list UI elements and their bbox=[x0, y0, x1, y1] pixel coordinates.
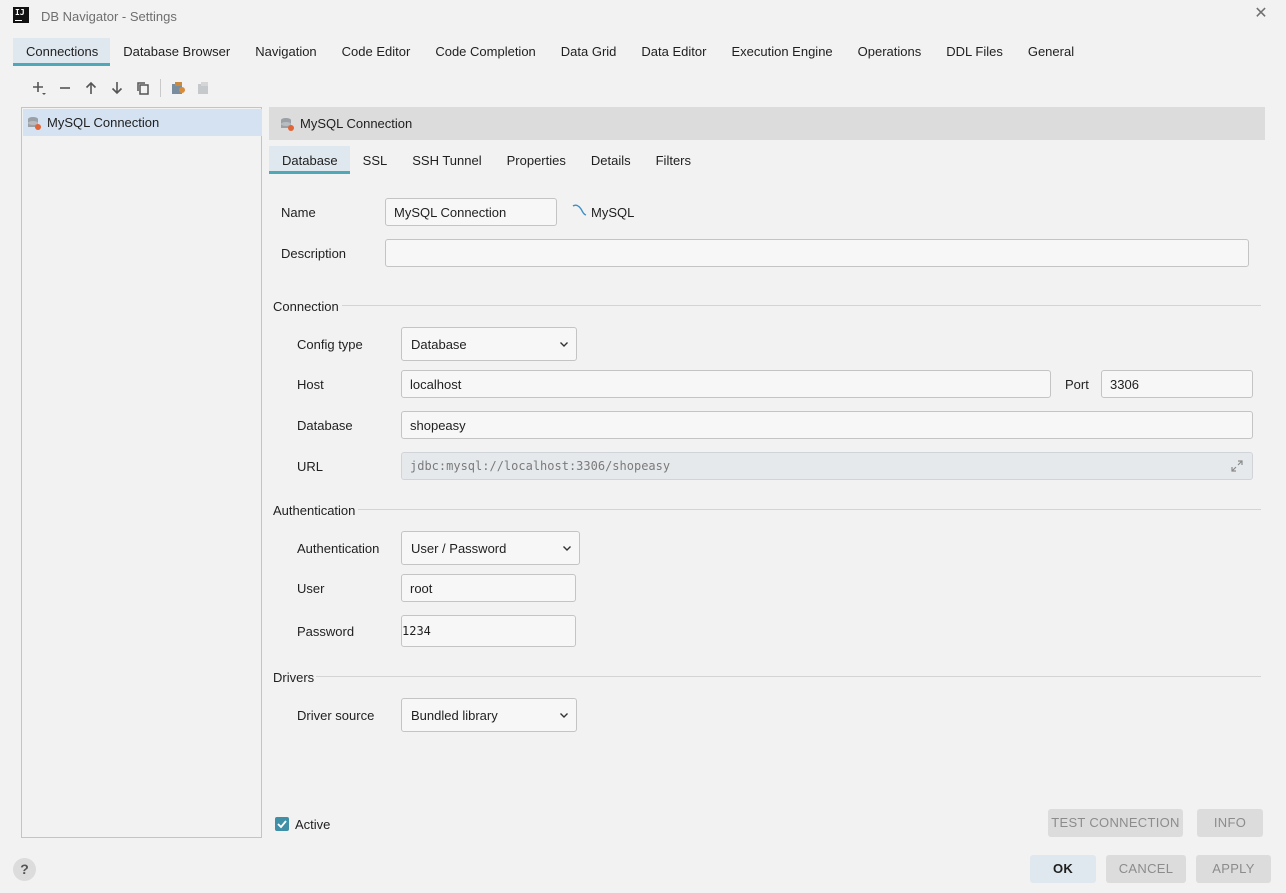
help-icon[interactable]: ? bbox=[13, 858, 36, 881]
remove-icon[interactable] bbox=[52, 78, 78, 98]
user-field[interactable]: root bbox=[401, 574, 576, 602]
password-label: Password bbox=[297, 624, 355, 639]
tab-ssl[interactable]: SSL bbox=[350, 146, 400, 174]
tab-database[interactable]: Database bbox=[269, 146, 350, 174]
tab-general[interactable]: General bbox=[1015, 38, 1086, 66]
connection-header: MySQL Connection bbox=[269, 107, 1265, 140]
copy-icon[interactable] bbox=[130, 78, 156, 98]
user-label: User bbox=[297, 581, 325, 596]
list-item-label: MySQL Connection bbox=[47, 115, 160, 130]
driver-source-value: Bundled library bbox=[411, 708, 498, 723]
cancel-button[interactable]: CANCEL bbox=[1106, 855, 1186, 883]
description-label: Description bbox=[281, 246, 347, 261]
section-divider bbox=[316, 676, 1261, 677]
authentication-section-title: Authentication bbox=[273, 503, 356, 518]
section-divider bbox=[358, 509, 1261, 510]
active-label: Active bbox=[295, 817, 331, 832]
connection-section-title: Connection bbox=[273, 299, 339, 314]
tab-data-editor[interactable]: Data Editor bbox=[628, 38, 718, 66]
database-type-label: MySQL bbox=[591, 205, 635, 220]
import-icon[interactable] bbox=[165, 78, 191, 98]
tab-filters[interactable]: Filters bbox=[643, 146, 703, 174]
chevron-down-icon bbox=[560, 713, 568, 718]
database-connection-icon bbox=[281, 117, 294, 131]
drivers-section-title: Drivers bbox=[273, 670, 315, 685]
driver-source-select[interactable]: Bundled library bbox=[401, 698, 577, 732]
title-bar: IJ DB Navigator - Settings ✕ bbox=[0, 0, 1286, 34]
move-down-icon[interactable] bbox=[104, 78, 130, 98]
tab-details[interactable]: Details bbox=[578, 146, 643, 174]
tab-ddl-files[interactable]: DDL Files bbox=[933, 38, 1015, 66]
tab-navigation[interactable]: Navigation bbox=[242, 38, 328, 66]
name-field[interactable]: MySQL Connection bbox=[385, 198, 557, 226]
description-field[interactable] bbox=[385, 239, 1249, 267]
driver-source-label: Driver source bbox=[297, 708, 375, 723]
settings-tabs: Connections Database Browser Navigation … bbox=[13, 38, 1086, 66]
chevron-down-icon bbox=[560, 342, 568, 347]
export-icon[interactable] bbox=[191, 78, 217, 98]
config-type-value: Database bbox=[411, 337, 467, 352]
url-value: jdbc:mysql://localhost:3306/shopeasy bbox=[410, 459, 671, 473]
authentication-select[interactable]: User / Password bbox=[401, 531, 580, 565]
window-title: DB Navigator - Settings bbox=[41, 9, 177, 24]
host-label: Host bbox=[297, 377, 324, 392]
port-label: Port bbox=[1065, 377, 1089, 392]
tab-connections[interactable]: Connections bbox=[13, 38, 111, 66]
expand-icon[interactable] bbox=[1230, 459, 1244, 473]
tab-execution-engine[interactable]: Execution Engine bbox=[718, 38, 844, 66]
database-connection-icon bbox=[28, 116, 41, 130]
port-field[interactable]: 3306 bbox=[1101, 370, 1253, 398]
tab-code-completion[interactable]: Code Completion bbox=[422, 38, 547, 66]
database-label: Database bbox=[297, 418, 353, 433]
connections-toolbar bbox=[26, 78, 217, 98]
url-field: jdbc:mysql://localhost:3306/shopeasy bbox=[401, 452, 1253, 480]
database-field[interactable]: shopeasy bbox=[401, 411, 1253, 439]
apply-button[interactable]: APPLY bbox=[1196, 855, 1271, 883]
section-divider bbox=[342, 305, 1261, 306]
chevron-down-icon bbox=[563, 546, 571, 551]
checkmark-icon bbox=[277, 820, 287, 829]
test-connection-button[interactable]: TEST CONNECTION bbox=[1048, 809, 1183, 837]
connections-list: MySQL Connection bbox=[21, 107, 262, 838]
info-button[interactable]: INFO bbox=[1197, 809, 1263, 837]
tab-ssh-tunnel[interactable]: SSH Tunnel bbox=[399, 146, 493, 174]
connection-header-title: MySQL Connection bbox=[300, 116, 413, 131]
close-icon[interactable]: ✕ bbox=[1253, 6, 1269, 22]
ok-button[interactable]: OK bbox=[1030, 855, 1096, 883]
app-logo-icon: IJ bbox=[13, 7, 29, 23]
toolbar-separator bbox=[160, 79, 161, 97]
config-type-label: Config type bbox=[297, 337, 363, 352]
tab-database-browser[interactable]: Database Browser bbox=[110, 38, 242, 66]
authentication-value: User / Password bbox=[411, 541, 507, 556]
tab-operations[interactable]: Operations bbox=[845, 38, 934, 66]
config-type-select[interactable]: Database bbox=[401, 327, 577, 361]
active-checkbox[interactable] bbox=[275, 817, 289, 831]
password-field[interactable]: 1234 bbox=[401, 615, 576, 647]
name-label: Name bbox=[281, 205, 316, 220]
host-field[interactable]: localhost bbox=[401, 370, 1051, 398]
list-item-mysql-connection[interactable]: MySQL Connection bbox=[23, 109, 262, 136]
tab-code-editor[interactable]: Code Editor bbox=[329, 38, 423, 66]
url-label: URL bbox=[297, 459, 324, 474]
tab-properties[interactable]: Properties bbox=[494, 146, 578, 174]
add-icon[interactable] bbox=[26, 78, 52, 98]
move-up-icon[interactable] bbox=[78, 78, 104, 98]
mysql-dolphin-icon bbox=[572, 203, 587, 221]
authentication-label: Authentication bbox=[297, 541, 380, 556]
tab-data-grid[interactable]: Data Grid bbox=[548, 38, 629, 66]
connection-sub-tabs: Database SSL SSH Tunnel Properties Detai… bbox=[269, 146, 703, 174]
